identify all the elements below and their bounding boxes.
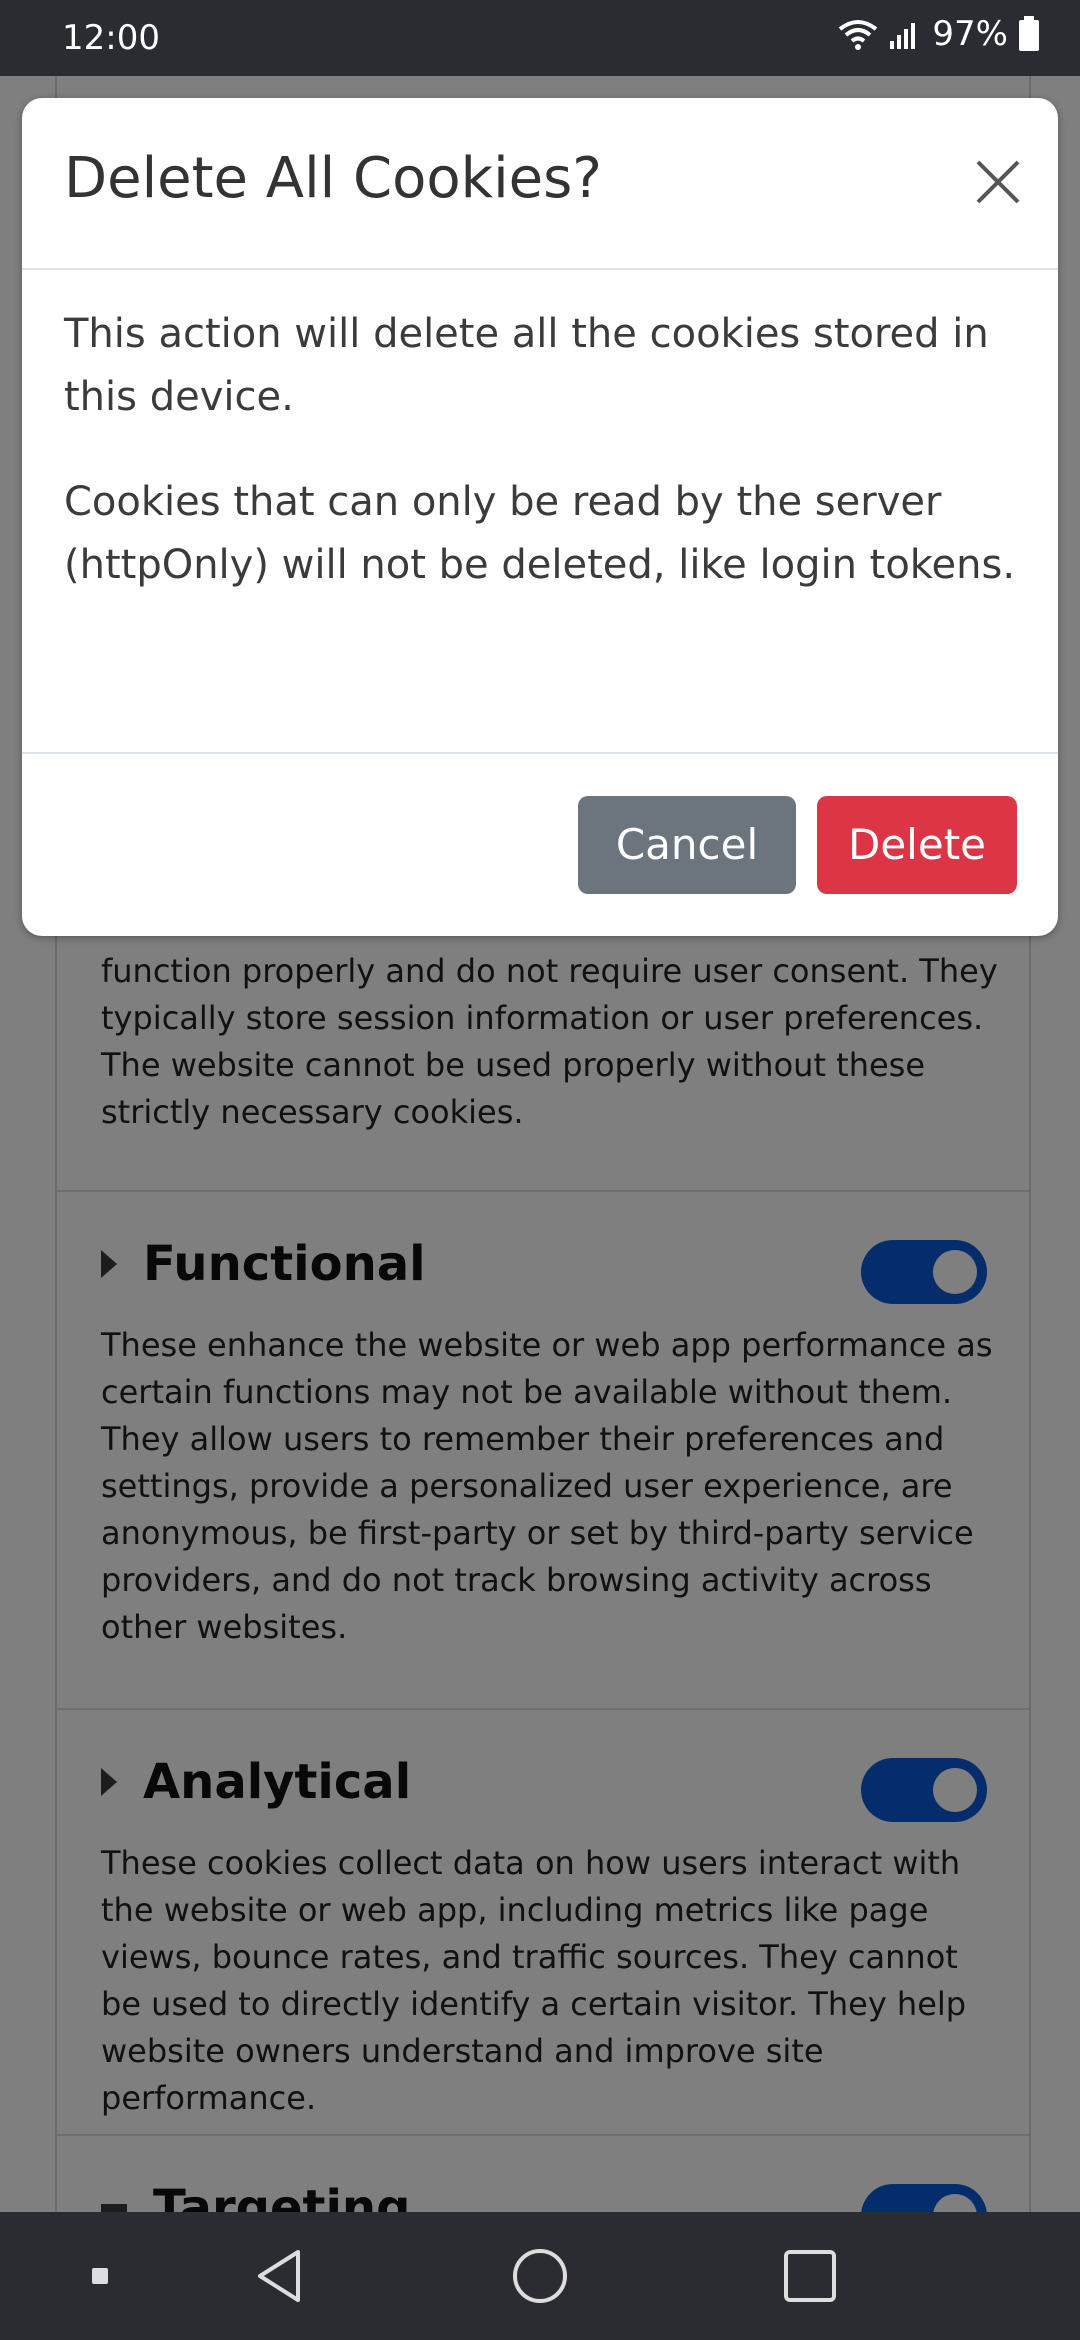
nav-dot-icon[interactable] xyxy=(80,2212,120,2340)
modal-body-text-2: Cookies that can only be read by the ser… xyxy=(64,479,1016,588)
close-icon[interactable] xyxy=(970,154,1026,210)
signal-icon xyxy=(890,23,916,49)
status-bar: 12:00 97% xyxy=(0,0,1080,76)
modal-body: This action will delete all the cookies … xyxy=(64,303,1044,639)
modal-footer: Cancel Delete xyxy=(22,752,1058,936)
battery-percent: 97% xyxy=(932,14,1008,54)
home-circle-icon[interactable] xyxy=(500,2212,580,2340)
recents-square-icon[interactable] xyxy=(770,2212,850,2340)
back-triangle-icon[interactable] xyxy=(240,2212,320,2340)
modal-body-text-1: This action will delete all the cookies … xyxy=(64,311,989,420)
cancel-button[interactable]: Cancel xyxy=(578,796,796,894)
status-time: 12:00 xyxy=(62,18,160,58)
modal-header: Delete All Cookies? xyxy=(22,98,1058,270)
status-icons: 97% xyxy=(838,14,1040,54)
delete-cookies-modal: Delete All Cookies? This action will del… xyxy=(22,98,1058,936)
battery-icon xyxy=(1019,16,1039,51)
wifi-icon xyxy=(839,20,878,50)
delete-button[interactable]: Delete xyxy=(817,796,1017,894)
modal-title: Delete All Cookies? xyxy=(64,146,602,211)
system-nav-bar xyxy=(0,2212,1080,2340)
